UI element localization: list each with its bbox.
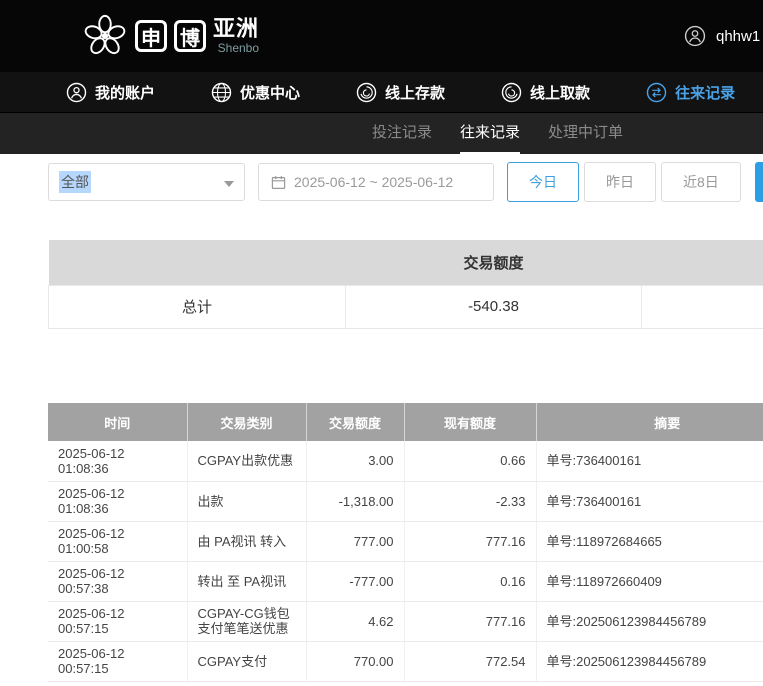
range-button-last8days[interactable]: 近8日 (661, 162, 741, 202)
cell-type: CGPAY-CG钱包支付笔笔送优惠 (187, 601, 306, 641)
brand-logo[interactable]: 申 博 亚洲 Shenbo (82, 13, 259, 59)
col-header-time: 时间 (48, 403, 187, 441)
col-header-balance: 现有额度 (404, 403, 536, 441)
table-row: 2025-06-12 01:00:58由 PA视讯 转入777.00777.16… (48, 521, 763, 561)
cell-balance: 0.66 (404, 441, 536, 481)
flower-logo-icon (82, 13, 128, 59)
transactions-table: 时间 交易类别 交易额度 现有额度 摘要 2025-06-12 01:08:36… (48, 403, 763, 682)
sub-nav: 投注记录 往来记录 处理中订单 (0, 112, 763, 154)
deposit-coin-icon (356, 82, 377, 103)
cell-amount: -1,318.00 (306, 481, 404, 521)
table-row: 2025-06-12 00:57:15CGPAY-CG钱包支付笔笔送优惠4.62… (48, 601, 763, 641)
cell-amount: 4.62 (306, 601, 404, 641)
logo-region-en: Shenbo (218, 41, 259, 55)
cell-type: 由 PA视讯 转入 (187, 521, 306, 561)
cell-time: 2025-06-12 01:08:36 (48, 481, 187, 521)
col-header-type: 交易类别 (187, 403, 306, 441)
transactions-tbody: 2025-06-12 01:08:36CGPAY出款优惠3.000.66单号:7… (48, 441, 763, 681)
type-select-value: 全部 (59, 171, 91, 193)
cell-type: CGPAY出款优惠 (187, 441, 306, 481)
cell-balance: 777.16 (404, 601, 536, 641)
cell-summary: 单号:202506123984456789 (536, 641, 763, 681)
logo-region: 亚洲 Shenbo (213, 17, 259, 55)
records-transfer-icon (646, 82, 667, 103)
nav-item-label: 线上取款 (530, 82, 590, 103)
nav-item-withdraw[interactable]: 线上取款 (501, 82, 590, 103)
cell-type: 转出 至 PA视讯 (187, 561, 306, 601)
logo-char-box: 博 (174, 20, 206, 52)
cell-time: 2025-06-12 01:08:36 (48, 441, 187, 481)
chevron-down-icon (224, 181, 234, 187)
cell-amount: 777.00 (306, 521, 404, 561)
promo-globe-icon (211, 82, 232, 103)
summary-total-label: 总计 (49, 285, 346, 328)
table-row: 2025-06-12 00:57:38转出 至 PA视讯-777.000.16单… (48, 561, 763, 601)
tab-betting-records[interactable]: 投注记录 (372, 113, 432, 155)
user-account-area[interactable]: qhhw1 (684, 0, 760, 72)
range-button-today[interactable]: 今日 (507, 162, 579, 202)
summary-row: 总计 -540.38 (49, 285, 763, 328)
col-header-summary: 摘要 (536, 403, 763, 441)
tab-processing-orders[interactable]: 处理中订单 (548, 113, 623, 155)
table-row: 2025-06-12 01:08:36出款-1,318.00-2.33单号:73… (48, 481, 763, 521)
cell-balance: 772.54 (404, 641, 536, 681)
page: 申 博 亚洲 Shenbo qhhw1 我的账户 (0, 0, 763, 686)
user-avatar-icon (684, 25, 706, 47)
col-header-amount: 交易额度 (306, 403, 404, 441)
nav-item-label: 我的账户 (95, 82, 155, 103)
nav-item-deposit[interactable]: 线上存款 (356, 82, 445, 103)
table-row: 2025-06-12 01:08:36CGPAY出款优惠3.000.66单号:7… (48, 441, 763, 481)
cell-time: 2025-06-12 00:57:38 (48, 561, 187, 601)
logo-char-box: 申 (135, 20, 167, 52)
cell-time: 2025-06-12 01:00:58 (48, 521, 187, 561)
cell-balance: -2.33 (404, 481, 536, 521)
type-select[interactable]: 全部 (48, 163, 245, 201)
nav-item-label: 线上存款 (385, 82, 445, 103)
cell-amount: 770.00 (306, 641, 404, 681)
summary-table: 交易额度 总计 -540.38 (48, 240, 763, 329)
nav-item-promotions[interactable]: 优惠中心 (211, 82, 300, 103)
cell-time: 2025-06-12 00:57:15 (48, 641, 187, 681)
cell-time: 2025-06-12 00:57:15 (48, 601, 187, 641)
date-range-input[interactable]: 2025-06-12 ~ 2025-06-12 (258, 163, 494, 201)
cell-amount: 3.00 (306, 441, 404, 481)
withdraw-coin-icon (501, 82, 522, 103)
nav-item-transaction-records[interactable]: 往来记录 (646, 82, 735, 103)
calendar-icon (271, 175, 286, 190)
top-header: 申 博 亚洲 Shenbo qhhw1 (0, 0, 763, 72)
filter-row: 全部 2025-06-12 ~ 2025-06-12 今日 昨日 近8日 (48, 162, 746, 202)
nav-item-label: 往来记录 (675, 82, 735, 103)
main-nav: 我的账户 优惠中心 线上存款 线上取款 (0, 72, 763, 112)
sub-nav-items: 投注记录 往来记录 处理中订单 (372, 113, 623, 155)
table-row: 2025-06-12 00:57:15CGPAY支付770.00772.54单号… (48, 641, 763, 681)
cell-balance: 777.16 (404, 521, 536, 561)
cell-type: 出款 (187, 481, 306, 521)
summary-header: 交易额度 (49, 240, 763, 285)
range-button-yesterday[interactable]: 昨日 (584, 162, 656, 202)
search-button-partial[interactable] (755, 162, 763, 202)
tab-transaction-records[interactable]: 往来记录 (460, 113, 520, 155)
logo-region-cn: 亚洲 (213, 17, 259, 41)
summary-total-value: -540.38 (346, 285, 642, 328)
nav-item-label: 优惠中心 (240, 82, 300, 103)
cell-type: CGPAY支付 (187, 641, 306, 681)
cell-summary: 单号:118972660409 (536, 561, 763, 601)
cell-amount: -777.00 (306, 561, 404, 601)
summary-empty-cell (642, 285, 763, 328)
cell-summary: 单号:118972684665 (536, 521, 763, 561)
nav-item-my-account[interactable]: 我的账户 (66, 82, 155, 103)
user-icon (66, 82, 87, 103)
cell-balance: 0.16 (404, 561, 536, 601)
cell-summary: 单号:736400161 (536, 481, 763, 521)
table-header-row: 时间 交易类别 交易额度 现有额度 摘要 (48, 403, 763, 441)
cell-summary: 单号:202506123984456789 (536, 601, 763, 641)
cell-summary: 单号:736400161 (536, 441, 763, 481)
date-range-value: 2025-06-12 ~ 2025-06-12 (294, 174, 453, 190)
username-label: qhhw1 (716, 28, 760, 45)
